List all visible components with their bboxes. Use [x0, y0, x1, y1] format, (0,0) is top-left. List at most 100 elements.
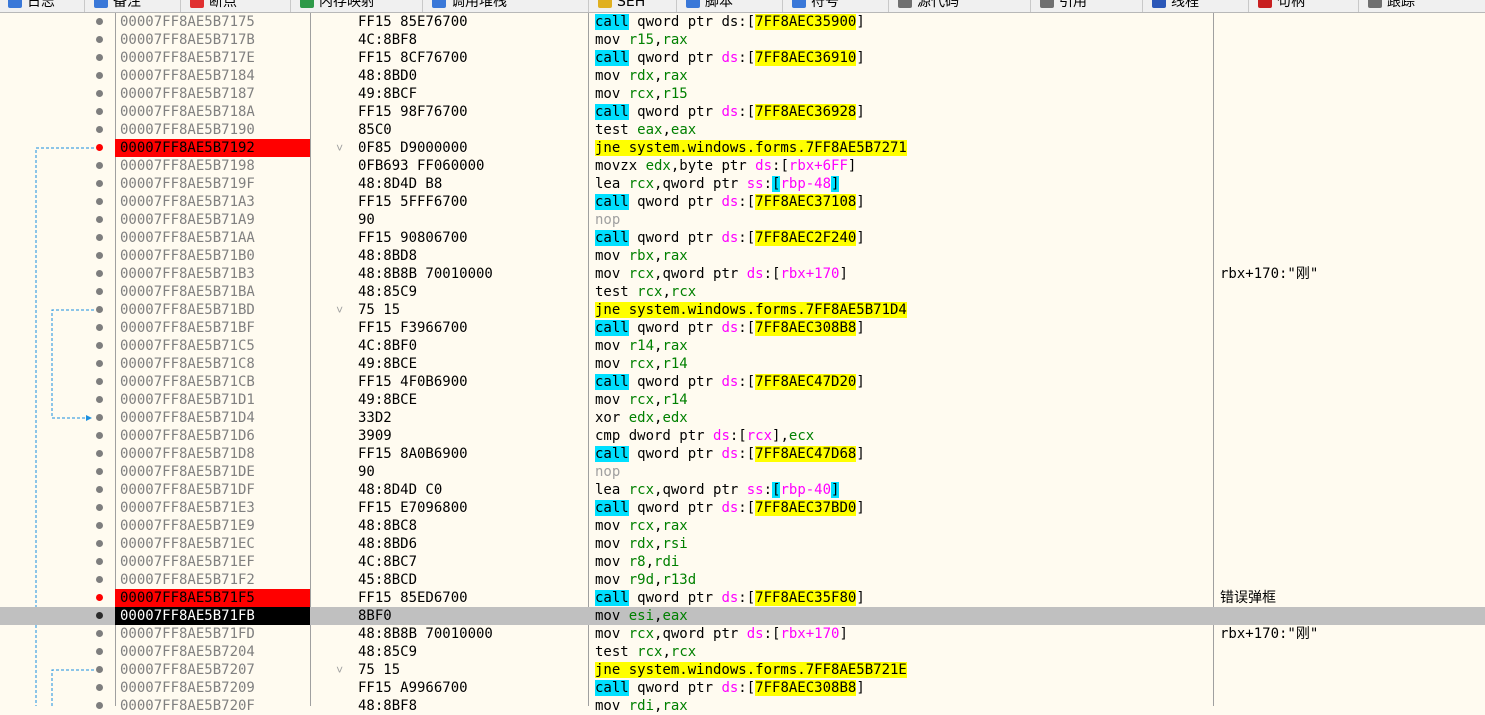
bullet-icon[interactable] — [96, 648, 103, 655]
address-cell[interactable]: 00007FF8AE5B71F2 — [115, 571, 310, 589]
address-cell[interactable]: 00007FF8AE5B71D1 — [115, 391, 310, 409]
breakpoint-icon[interactable] — [96, 144, 103, 151]
address-cell[interactable]: 00007FF8AE5B7204 — [115, 643, 310, 661]
disassembly-cell[interactable]: nop — [595, 463, 1213, 481]
bullet-icon[interactable] — [96, 270, 103, 277]
breakpoint-icon[interactable] — [96, 594, 103, 601]
disasm-row[interactable]: 00007FF8AE5B71B0 48:8BD8 mov rbx,rax — [0, 247, 1485, 265]
address-cell[interactable]: 00007FF8AE5B7184 — [115, 67, 310, 85]
bullet-icon[interactable] — [96, 468, 103, 475]
disasm-row[interactable]: 00007FF8AE5B71C5 4C:8BF0 mov r14,rax — [0, 337, 1485, 355]
address-cell[interactable]: 00007FF8AE5B71C8 — [115, 355, 310, 373]
disassembly-cell[interactable]: call qword ptr ds:[7FF8AEC47D20] — [595, 373, 1213, 391]
disassembly-cell[interactable]: lea rcx,qword ptr ss:[rbp-40] — [595, 481, 1213, 499]
disassembly-cell[interactable]: mov rcx,r14 — [595, 391, 1213, 409]
tab-7[interactable]: 符号 — [792, 0, 839, 12]
address-cell[interactable]: 00007FF8AE5B720F — [115, 697, 310, 715]
bullet-icon[interactable] — [96, 18, 103, 25]
disassembly-cell[interactable]: movzx edx,byte ptr ds:[rbx+6FF] — [595, 157, 1213, 175]
disasm-row[interactable]: 00007FF8AE5B71D4 33D2 xor edx,edx — [0, 409, 1485, 427]
disasm-row[interactable]: 00007FF8AE5B71E3 FF15 E7096800 call qword … — [0, 499, 1485, 517]
disasm-row[interactable]: 00007FF8AE5B7204 48:85C9 test rcx,rcx — [0, 643, 1485, 661]
disassembly-cell[interactable]: mov rcx,r14 — [595, 355, 1213, 373]
disassembly-cell[interactable]: mov rbx,rax — [595, 247, 1213, 265]
address-cell[interactable]: 00007FF8AE5B7190 — [115, 121, 310, 139]
disasm-row[interactable]: 00007FF8AE5B720F 48:8BF8 mov rdi,rax — [0, 697, 1485, 715]
bullet-icon[interactable] — [96, 396, 103, 403]
comment-cell[interactable]: rbx+170:"刚" — [1220, 625, 1318, 643]
address-cell[interactable]: 00007FF8AE5B71B3 — [115, 265, 310, 283]
address-cell[interactable]: 00007FF8AE5B71C5 — [115, 337, 310, 355]
bullet-icon[interactable] — [96, 630, 103, 637]
bullet-icon[interactable] — [96, 432, 103, 439]
address-cell[interactable]: 00007FF8AE5B71E3 — [115, 499, 310, 517]
disasm-row[interactable]: 00007FF8AE5B71F5 FF15 85ED6700 call qword … — [0, 589, 1485, 607]
address-cell[interactable]: 00007FF8AE5B71E9 — [115, 517, 310, 535]
disassembly-cell[interactable]: mov rdx,rsi — [595, 535, 1213, 553]
disasm-row[interactable]: 00007FF8AE5B7192 ˅ 0F85 D9000000 jne system… — [0, 139, 1485, 157]
bullet-icon[interactable] — [96, 216, 103, 223]
address-cell[interactable]: 00007FF8AE5B71EC — [115, 535, 310, 553]
disassembly-cell[interactable]: mov rcx,qword ptr ds:[rbx+170] — [595, 265, 1213, 283]
disassembly-cell[interactable]: call qword ptr ds:[7FF8AEC47D68] — [595, 445, 1213, 463]
address-cell[interactable]: 00007FF8AE5B7209 — [115, 679, 310, 697]
bullet-icon[interactable] — [96, 198, 103, 205]
disassembly-cell[interactable]: test eax,eax — [595, 121, 1213, 139]
disasm-row[interactable]: 00007FF8AE5B7209 FF15 A9966700 call qword … — [0, 679, 1485, 697]
disasm-row[interactable]: 00007FF8AE5B71B3 48:8B8B 70010000 mov rcx,… — [0, 265, 1485, 283]
bullet-icon[interactable] — [96, 540, 103, 547]
disasm-row[interactable]: 00007FF8AE5B7190 85C0 test eax,eax — [0, 121, 1485, 139]
bullet-icon[interactable] — [96, 288, 103, 295]
disasm-row[interactable]: 00007FF8AE5B71C8 49:8BCE mov rcx,r14 — [0, 355, 1485, 373]
tab-10[interactable]: 线程 — [1152, 0, 1199, 12]
address-cell[interactable]: 00007FF8AE5B71BF — [115, 319, 310, 337]
disassembly-cell[interactable]: call qword ptr ds:[7FF8AEC2F240] — [595, 229, 1213, 247]
disassembly-cell[interactable]: call qword ptr ds:[7FF8AEC308B8] — [595, 319, 1213, 337]
disassembly-cell[interactable]: mov rcx,r15 — [595, 85, 1213, 103]
disasm-row[interactable]: 00007FF8AE5B71F2 45:8BCD mov r9d,r13d — [0, 571, 1485, 589]
tab-0[interactable]: 日志 — [8, 0, 55, 12]
comment-cell[interactable]: 错误弹框 — [1220, 589, 1276, 607]
address-cell[interactable]: 00007FF8AE5B71D8 — [115, 445, 310, 463]
disassembly-cell[interactable]: mov rdx,rax — [595, 67, 1213, 85]
bullet-icon[interactable] — [96, 576, 103, 583]
disasm-row[interactable]: 00007FF8AE5B7207 ˅ 75 15 jne system.windows… — [0, 661, 1485, 679]
bullet-icon[interactable] — [96, 684, 103, 691]
bullet-icon[interactable] — [96, 108, 103, 115]
address-cell[interactable]: 00007FF8AE5B71FD — [115, 625, 310, 643]
bullet-icon[interactable] — [96, 306, 103, 313]
disasm-row[interactable]: 00007FF8AE5B71D1 49:8BCE mov rcx,r14 — [0, 391, 1485, 409]
address-cell[interactable]: 00007FF8AE5B71AA — [115, 229, 310, 247]
bullet-icon[interactable] — [96, 90, 103, 97]
disasm-row[interactable]: 00007FF8AE5B71EC 48:8BD6 mov rdx,rsi — [0, 535, 1485, 553]
bullet-icon[interactable] — [96, 612, 103, 619]
address-cell[interactable]: 00007FF8AE5B7187 — [115, 85, 310, 103]
disasm-row[interactable]: 00007FF8AE5B71BD ˅ 75 15 jne system.windows… — [0, 301, 1485, 319]
disassembly-cell[interactable]: mov r8,rdi — [595, 553, 1213, 571]
bullet-icon[interactable] — [96, 126, 103, 133]
chevron-down-icon[interactable]: ˅ — [336, 139, 343, 157]
bullet-icon[interactable] — [96, 414, 103, 421]
address-cell[interactable]: 00007FF8AE5B71D4 — [115, 409, 310, 427]
tab-3[interactable]: 内存映射 — [300, 0, 375, 12]
disasm-row[interactable]: 00007FF8AE5B71E9 48:8BC8 mov rcx,rax — [0, 517, 1485, 535]
chevron-down-icon[interactable]: ˅ — [336, 661, 343, 679]
address-cell[interactable]: 00007FF8AE5B71EF — [115, 553, 310, 571]
disasm-row[interactable]: 00007FF8AE5B7184 48:8BD0 mov rdx,rax — [0, 67, 1485, 85]
address-cell[interactable]: 00007FF8AE5B71BD — [115, 301, 310, 319]
tab-6[interactable]: 脚本 — [686, 0, 733, 12]
bullet-icon[interactable] — [96, 162, 103, 169]
disasm-row[interactable]: 00007FF8AE5B717E FF15 8CF76700 call qword … — [0, 49, 1485, 67]
disassembly-cell[interactable]: mov rcx,rax — [595, 517, 1213, 535]
disasm-row[interactable]: 00007FF8AE5B71BF FF15 F3966700 call qword … — [0, 319, 1485, 337]
disassembly-cell[interactable]: mov esi,eax — [595, 607, 1213, 625]
bullet-icon[interactable] — [96, 342, 103, 349]
disasm-row[interactable]: 00007FF8AE5B717B 4C:8BF8 mov r15,rax — [0, 31, 1485, 49]
address-cell[interactable]: 00007FF8AE5B71DE — [115, 463, 310, 481]
address-cell[interactable]: 00007FF8AE5B717E — [115, 49, 310, 67]
disasm-row[interactable]: 00007FF8AE5B71A3 FF15 5FFF6700 call qword … — [0, 193, 1485, 211]
bullet-icon[interactable] — [96, 522, 103, 529]
chevron-down-icon[interactable]: ˅ — [336, 301, 343, 319]
address-cell[interactable]: 00007FF8AE5B719F — [115, 175, 310, 193]
disasm-row[interactable]: 00007FF8AE5B71CB FF15 4F0B6900 call qword … — [0, 373, 1485, 391]
